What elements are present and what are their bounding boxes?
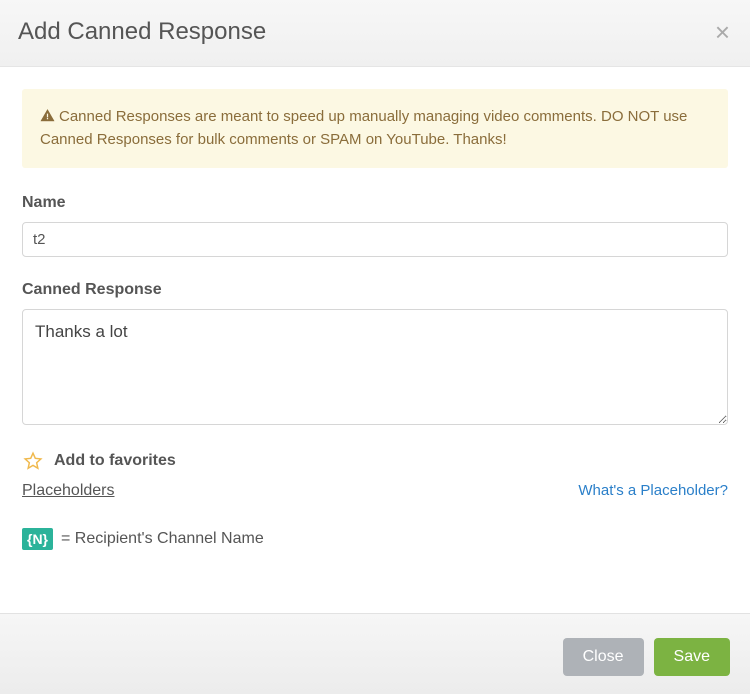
placeholders-heading: Placeholders [22,482,115,500]
close-button[interactable]: Close [563,638,644,676]
modal-title: Add Canned Response [18,18,266,46]
alert-warning: Canned Responses are meant to speed up m… [22,89,728,168]
placeholder-item: {N} = Recipient's Channel Name [22,528,728,550]
placeholders-row: Placeholders What's a Placeholder? [22,482,728,500]
name-input[interactable] [22,222,728,257]
response-textarea[interactable] [22,309,728,425]
warning-icon [40,108,55,123]
placeholder-token[interactable]: {N} [22,528,53,550]
favorites-row: Add to favorites [22,450,728,472]
placeholder-help-link[interactable]: What's a Placeholder? [578,482,728,499]
favorites-label[interactable]: Add to favorites [54,452,176,470]
close-icon[interactable]: × [715,19,730,45]
alert-text: Canned Responses are meant to speed up m… [40,108,687,148]
modal-add-canned-response: Add Canned Response × Canned Responses a… [0,0,750,694]
placeholder-description: = Recipient's Channel Name [61,530,264,548]
modal-header: Add Canned Response × [0,0,750,67]
name-label: Name [22,194,728,212]
response-label: Canned Response [22,281,728,299]
save-button[interactable]: Save [654,638,730,676]
star-icon[interactable] [22,450,44,472]
modal-footer: Close Save [0,613,750,694]
modal-body: Canned Responses are meant to speed up m… [0,67,750,613]
